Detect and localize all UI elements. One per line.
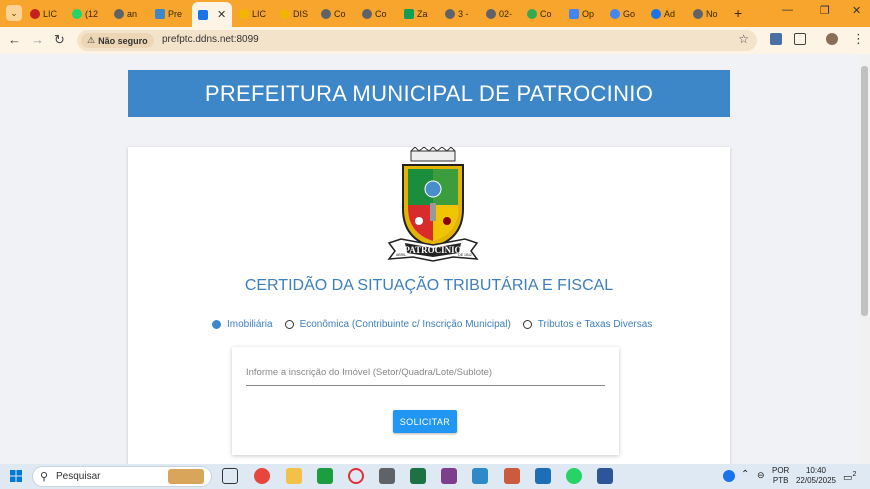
back-icon[interactable]: ← [8,32,21,47]
site-icon [239,8,249,19]
page-viewport: PREFEITURA MUNICIPAL DE PATROCINIO PATRO… [0,54,859,464]
radio-selected-icon[interactable] [212,319,221,329]
menu-icon[interactable]: ⋮ [852,31,865,47]
opera-icon[interactable] [348,468,364,484]
tab-active[interactable]: ✕ [192,2,232,27]
windows-taskbar: ⚲ Pesquisar ⌃ ⊖ POR PTB 10:40 22/05/2025… [0,464,870,489]
site-icon [198,9,208,20]
windows-start-icon[interactable] [10,470,22,482]
profile-avatar[interactable] [826,33,838,45]
tab-6[interactable]: LIC [239,4,273,23]
tab-4[interactable]: Pre [155,4,189,23]
tab-search-button[interactable]: ⌄ [6,5,22,21]
globe-icon [486,8,496,19]
network-icon[interactable]: ⊖ [757,470,765,480]
site-icon [155,8,165,19]
tab-strip: ⌄ LIC (12 an Pre ✕ LIC DIS Co Co Za 3 - … [0,0,870,27]
translate-icon[interactable] [770,33,782,45]
excel-icon[interactable] [410,468,426,484]
address-bar[interactable]: ⚠ Não seguro prefptc.ddns.net:8099 ☆ [77,30,757,51]
forward-icon[interactable]: → [31,32,44,47]
minimize-icon[interactable]: — [782,4,793,16]
security-chip[interactable]: ⚠ Não seguro [81,33,154,48]
taskbar-search[interactable]: ⚲ Pesquisar [32,466,212,487]
browser-toolbar: ← → ↻ ⚠ Não seguro prefptc.ddns.net:8099… [0,27,870,54]
radio-economica[interactable]: Econômica (Contribuinte c/ Inscrição Mun… [284,319,511,330]
app-icon[interactable] [504,468,520,484]
help-icon[interactable] [723,470,735,482]
gemini-icon [610,8,620,19]
close-window-icon[interactable]: ✕ [852,4,861,17]
globe-icon [445,8,455,19]
solicitar-button[interactable]: SOLICITAR [393,410,457,433]
radio-unselected-icon[interactable] [522,319,532,329]
scrollbar-thumb[interactable] [861,66,868,316]
certidao-heading: CERTIDÃO DA SITUAÇÃO TRIBUTÁRIA E FISCAL [244,277,614,294]
app-icon[interactable] [472,468,488,484]
search-icon: ⚲ [40,471,49,483]
phone-app-icon[interactable] [317,468,333,484]
whatsapp-icon [72,8,82,19]
search-highlight-image [168,469,204,484]
clock[interactable]: 10:40 22/05/2025 [795,466,837,486]
app-icon[interactable] [535,468,551,484]
language-indicator[interactable]: POR PTB [772,466,789,486]
reload-icon[interactable]: ↻ [54,32,65,48]
page-scrollbar[interactable] [859,54,870,464]
radio-tributos[interactable]: Tributos e Taxas Diversas [522,319,652,330]
tab-2[interactable]: (12 [72,4,106,23]
word-icon[interactable] [597,468,613,484]
file-explorer-icon[interactable] [286,468,302,484]
page-title: PREFEITURA MUNICIPAL DE PATROCINIO [128,70,730,117]
tab-12[interactable]: 02- [486,4,520,23]
check-icon [527,8,537,19]
inscricao-input[interactable] [246,361,605,383]
municipal-crest-icon: PATROCINIO ABRIL DE 1842 [387,147,479,262]
tab-7[interactable]: DIS [280,4,314,23]
chevron-up-icon[interactable]: ⌃ [741,470,749,480]
extensions-icon[interactable] [794,33,806,45]
zap-icon [404,8,414,19]
whatsapp-icon[interactable] [566,468,582,484]
tab-14[interactable]: Op [569,4,603,23]
restore-icon[interactable]: ❐ [820,4,830,17]
radio-unselected-icon[interactable] [284,319,294,329]
certidao-type-radio-group: Imobiliária Econômica (Contribuinte c/ I… [212,316,664,332]
inscricao-form: SOLICITAR [232,347,619,455]
tab-17[interactable]: No [693,4,727,23]
tab-11[interactable]: 3 - [445,4,479,23]
gmail-icon [30,8,40,19]
crest-left-date: ABRIL [396,253,406,257]
url-text[interactable]: prefptc.ddns.net:8099 [162,34,259,45]
new-tab-button[interactable]: + [734,5,742,21]
radio-imobiliaria[interactable]: Imobiliária [212,319,273,330]
app-icon[interactable] [441,468,457,484]
tab-9[interactable]: Co [362,4,396,23]
translate-icon [569,8,579,19]
inscricao-field [246,361,605,386]
globe-icon [362,8,372,19]
tab-13[interactable]: Co [527,4,561,23]
notifications-icon[interactable]: ▭2 [843,470,856,483]
tab-16[interactable]: Ad [651,4,685,23]
globe-icon [321,8,331,19]
tab-3[interactable]: an [114,4,148,23]
bookmark-star-icon[interactable]: ☆ [738,32,749,46]
tab-1[interactable]: LIC [30,4,64,23]
close-tab-icon[interactable]: ✕ [217,8,226,21]
certidao-card: PATROCINIO ABRIL DE 1842 CERTIDÃO DA SIT… [128,147,730,464]
task-view-icon[interactable] [222,468,238,484]
tab-10[interactable]: Za [404,4,438,23]
crest-right-date: DE 1842 [458,253,472,257]
site-icon [651,8,661,19]
globe-icon [114,8,124,19]
tab-8[interactable]: Co [321,4,355,23]
store-icon[interactable] [379,468,395,484]
warning-icon: ⚠ [87,35,96,45]
globe-icon [693,8,703,19]
tab-15[interactable]: Go [610,4,644,23]
crest-ribbon-text: PATROCINIO [404,245,461,255]
site-icon [280,8,290,19]
chrome-icon[interactable] [254,468,270,484]
